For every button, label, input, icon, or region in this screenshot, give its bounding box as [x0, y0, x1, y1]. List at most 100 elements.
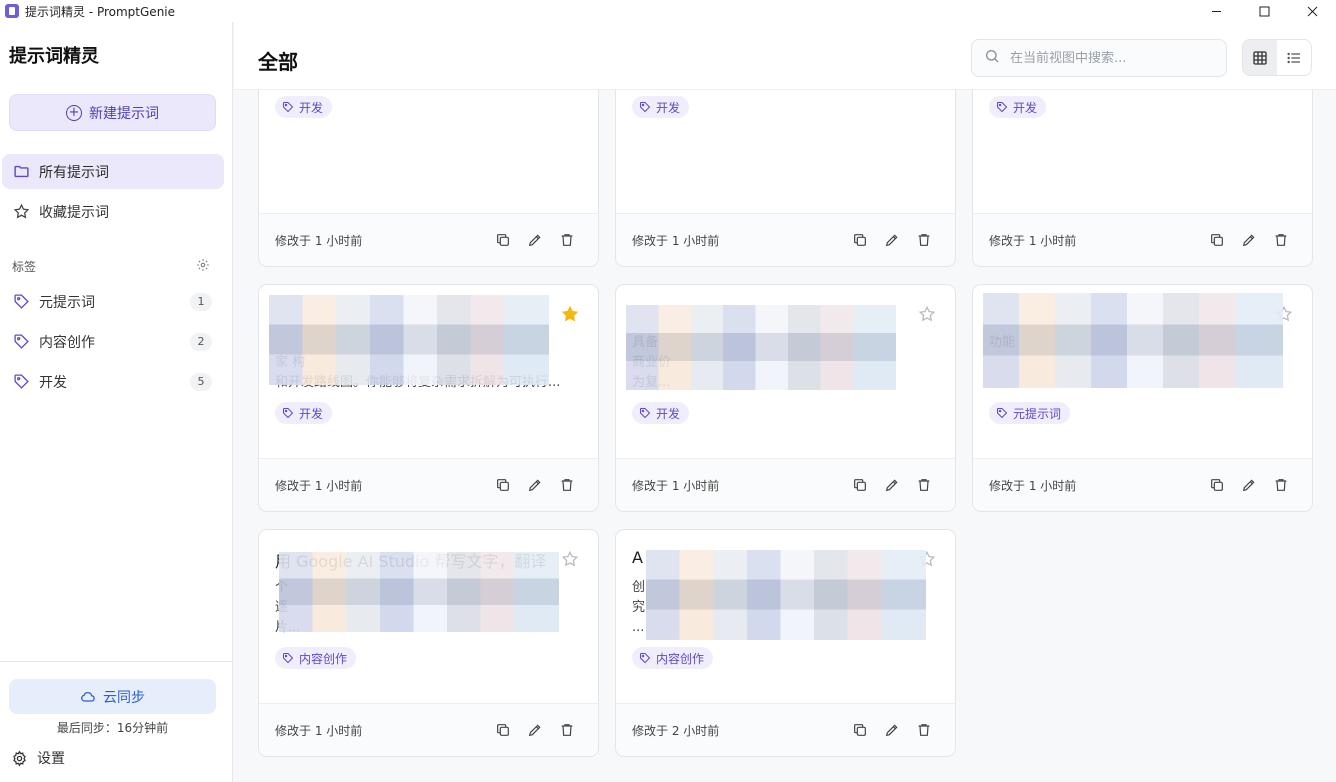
copy-icon[interactable]	[851, 721, 869, 739]
tag-count-badge: 5	[190, 372, 212, 391]
sidebar-tag-meta-prompt[interactable]: 元提示词 1	[2, 284, 224, 319]
card-tag[interactable]: 内容创作	[275, 647, 357, 669]
tag-icon	[282, 407, 294, 419]
card-tag[interactable]: 开发	[275, 96, 333, 118]
trash-icon[interactable]	[558, 721, 576, 739]
tag-icon	[13, 373, 30, 390]
tag-icon	[282, 101, 294, 113]
star-icon[interactable]	[561, 550, 579, 568]
copy-icon[interactable]	[494, 231, 512, 249]
card-tag-label: 开发	[656, 406, 681, 421]
prompt-card[interactable]: A(核开发修改于 1 小时前	[615, 90, 956, 267]
prompt-card[interactable]: 用 Google AI Studio 帮写文字，翻译个逐片...内容创作修改于 …	[258, 529, 599, 757]
search-icon	[984, 48, 1000, 68]
redacted-content	[279, 552, 559, 632]
nav-favorites[interactable]: 收藏提示词	[2, 194, 224, 229]
main-header: 全部	[234, 22, 1336, 90]
trash-icon[interactable]	[915, 476, 933, 494]
trash-icon[interactable]	[1272, 476, 1290, 494]
nav-all-prompts[interactable]: 所有提示词	[2, 154, 224, 189]
window-titlebar: 提示词精灵 - PromptGenie	[0, 0, 1336, 22]
trash-icon[interactable]	[915, 721, 933, 739]
star-icon[interactable]	[918, 305, 936, 323]
copy-icon[interactable]	[851, 231, 869, 249]
tag-settings-gear-icon[interactable]	[196, 258, 210, 275]
edit-pencil-icon[interactable]	[526, 231, 544, 249]
edit-pencil-icon[interactable]	[883, 721, 901, 739]
new-prompt-button[interactable]: + 新建提示词	[9, 94, 216, 131]
copy-icon[interactable]	[494, 721, 512, 739]
sidebar: 提示词精灵 + 新建提示词 所有提示词 收藏提示词 标签 元提示词 1 内容创作…	[0, 22, 233, 782]
close-button[interactable]	[1288, 0, 1336, 22]
card-tag-label: 元提示词	[1013, 406, 1062, 421]
edit-pencil-icon[interactable]	[883, 476, 901, 494]
cloud-sync-button[interactable]: 云同步	[9, 679, 216, 714]
edit-pencil-icon[interactable]	[1240, 231, 1258, 249]
star-filled-icon[interactable]	[561, 305, 579, 323]
card-tag[interactable]: 开发	[275, 402, 333, 424]
card-tag[interactable]: 开发	[989, 96, 1047, 118]
tag-icon	[996, 407, 1008, 419]
list-view-icon[interactable]	[1277, 40, 1311, 75]
sidebar-tag-content-creation[interactable]: 内容创作 2	[2, 324, 224, 359]
app-brand: 提示词精灵	[9, 46, 99, 67]
card-footer: 修改于 1 小时前	[259, 458, 598, 511]
settings-label: 设置	[37, 751, 65, 767]
card-footer: 修改于 1 小时前	[616, 213, 955, 266]
edit-pencil-icon[interactable]	[883, 231, 901, 249]
settings-button[interactable]: 设置	[11, 748, 65, 768]
prompt-grid: # 目标建议深入分析当前代码库，生成项目梳理文**project-README.…	[234, 90, 1336, 782]
copy-icon[interactable]	[1208, 476, 1226, 494]
card-modified-time: 修改于 2 小时前	[632, 724, 720, 738]
copy-icon[interactable]	[1208, 231, 1226, 249]
card-tag[interactable]: 元提示词	[989, 402, 1071, 424]
window-controls	[1192, 0, 1336, 22]
card-tag-label: 内容创作	[656, 651, 705, 666]
minimize-button[interactable]	[1192, 0, 1240, 22]
tag-label: 开发	[39, 374, 67, 391]
trash-icon[interactable]	[558, 476, 576, 494]
card-modified-time: 修改于 1 小时前	[275, 724, 363, 738]
card-tag[interactable]: 开发	[632, 96, 690, 118]
copy-icon[interactable]	[494, 476, 512, 494]
prompt-card[interactable]: 功能元提示词修改于 1 小时前	[972, 284, 1313, 512]
plus-circle-icon: +	[66, 104, 82, 121]
prompt-card[interactable]: A 创究... 内容创作 修改于 2 小时前	[615, 529, 956, 757]
tag-label: 内容创作	[39, 334, 95, 351]
card-tag[interactable]: 开发	[632, 402, 690, 424]
prompt-card[interactable]: 具备商业价为复...开发修改于 1 小时前	[615, 284, 956, 512]
card-modified-time: 修改于 1 小时前	[989, 479, 1077, 493]
sidebar-tag-dev[interactable]: 开发 5	[2, 364, 224, 399]
card-modified-time: 修改于 1 小时前	[632, 479, 720, 493]
tag-icon	[282, 652, 294, 664]
prompt-card[interactable]: # 目标建议深入分析当前代码库，生成项目梳理文**project-README.…	[258, 90, 599, 267]
maximize-button[interactable]	[1240, 0, 1288, 22]
tags-section-header: 标签	[12, 258, 210, 275]
card-tag[interactable]: 内容创作	[632, 647, 714, 669]
prompt-card[interactable]: 家 构和开发路线图。你能够将复杂需求拆解为可执行...开发修改于 1 小时前	[258, 284, 599, 512]
card-tag-label: 开发	[656, 100, 681, 115]
grid-view-icon[interactable]	[1243, 40, 1277, 75]
edit-pencil-icon[interactable]	[1240, 476, 1258, 494]
trash-icon[interactable]	[1272, 231, 1290, 249]
card-footer: 修改于 1 小时前	[616, 458, 955, 511]
card-tag-label: 开发	[1013, 100, 1038, 115]
tag-count-badge: 2	[190, 332, 212, 351]
trash-icon[interactable]	[915, 231, 933, 249]
sidebar-footer: 云同步 最后同步：16分钟前 设置	[0, 661, 232, 782]
edit-pencil-icon[interactable]	[526, 476, 544, 494]
app-logo-icon	[5, 4, 19, 18]
prompt-card[interactable]: A的计算机方面的任何问题，并提供相关规范，可以...开发修改于 1 小时前	[972, 90, 1313, 267]
card-modified-time: 修改于 1 小时前	[275, 234, 363, 248]
cloud-sync-label: 云同步	[103, 689, 145, 706]
star-icon	[13, 203, 30, 220]
copy-icon[interactable]	[851, 476, 869, 494]
window-title: 提示词精灵 - PromptGenie	[25, 4, 176, 19]
card-actions	[494, 476, 576, 494]
card-actions	[1208, 231, 1290, 249]
card-footer: 修改于 1 小时前	[259, 213, 598, 266]
folder-icon	[13, 163, 30, 180]
search-input[interactable]	[1010, 50, 1210, 66]
trash-icon[interactable]	[558, 231, 576, 249]
edit-pencil-icon[interactable]	[526, 721, 544, 739]
